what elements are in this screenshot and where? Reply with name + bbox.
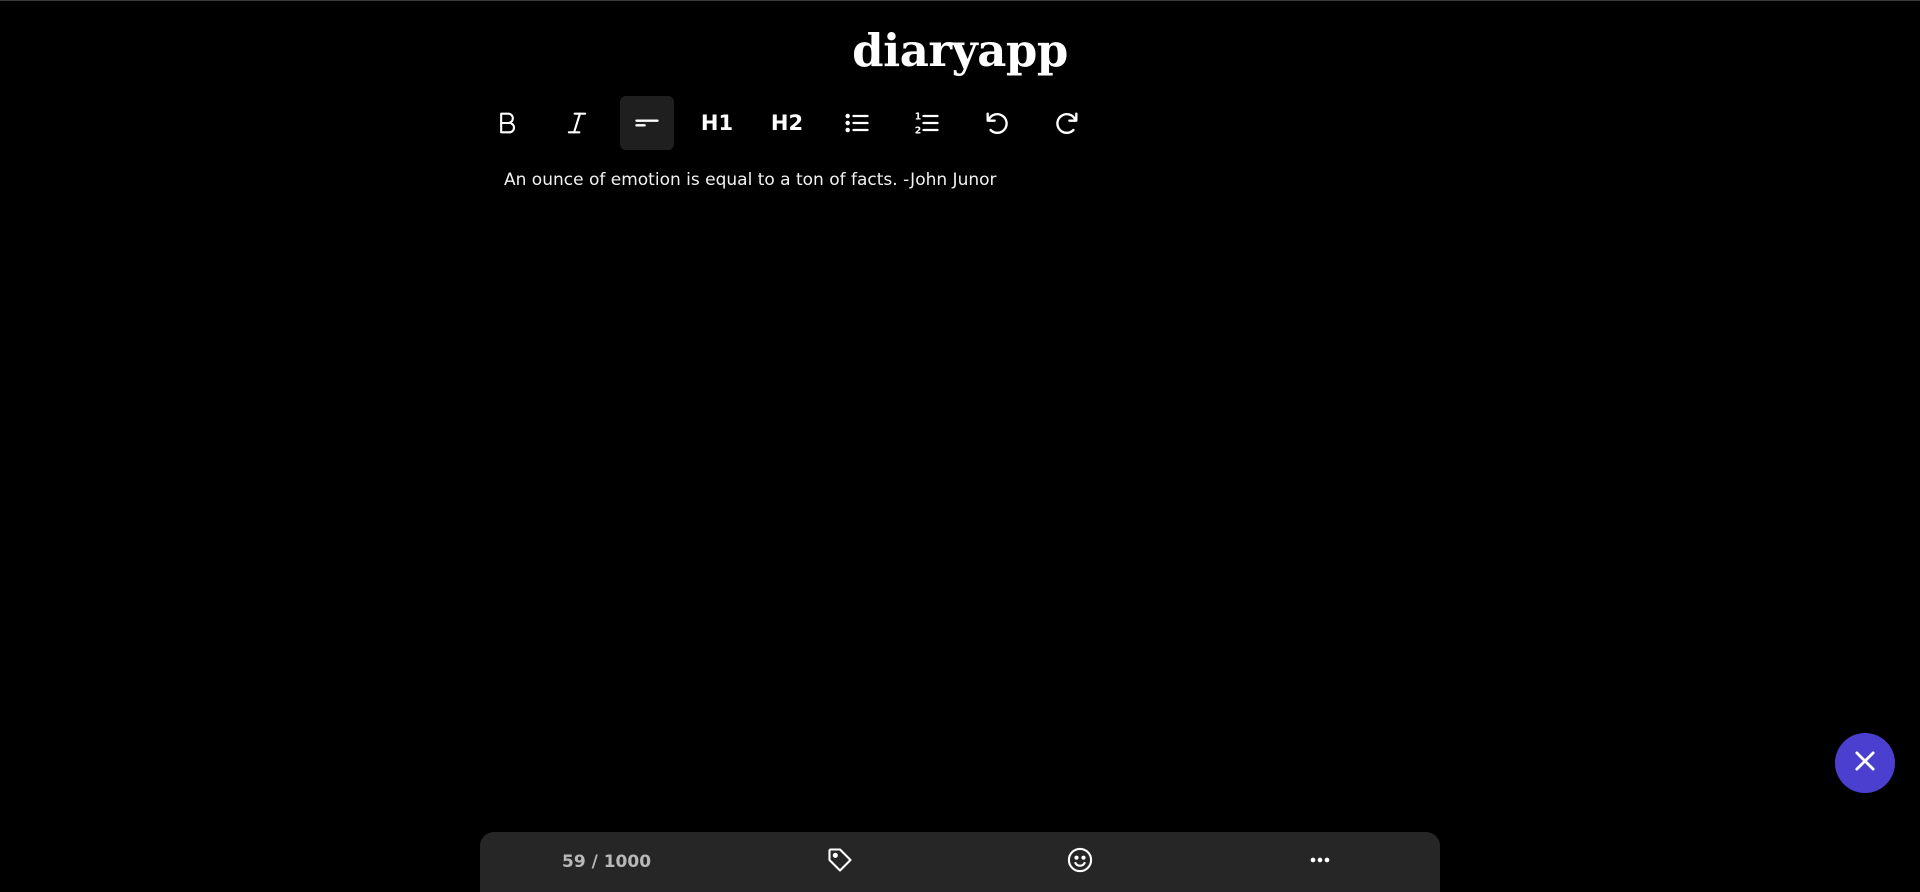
- bottom-bar: 59 / 1000: [480, 832, 1440, 892]
- paragraph-button[interactable]: [620, 96, 674, 150]
- editor-content[interactable]: An ounce of emotion is equal to a ton of…: [504, 168, 997, 192]
- bullet-list-button[interactable]: [830, 96, 884, 150]
- heading2-label: H2: [770, 111, 804, 135]
- close-button[interactable]: [1835, 733, 1895, 793]
- italic-icon: [563, 109, 591, 137]
- tag-button[interactable]: [824, 846, 856, 878]
- bold-button[interactable]: [480, 96, 534, 150]
- svg-text:2: 2: [915, 126, 922, 137]
- svg-text:1: 1: [915, 112, 922, 123]
- emoji-button[interactable]: [1064, 846, 1096, 878]
- more-button[interactable]: [1304, 846, 1336, 878]
- italic-button[interactable]: [550, 96, 604, 150]
- paragraph-icon: [633, 109, 661, 137]
- numbered-list-button[interactable]: 1 2: [900, 96, 954, 150]
- undo-icon: [983, 109, 1011, 137]
- close-icon: [1851, 747, 1879, 780]
- more-icon: [1306, 846, 1334, 879]
- heading1-label: H1: [700, 111, 734, 135]
- redo-button[interactable]: [1040, 96, 1094, 150]
- character-counter: 59 / 1000: [562, 852, 652, 872]
- numbered-list-icon: 1 2: [913, 109, 941, 137]
- tag-icon: [826, 846, 854, 879]
- undo-button[interactable]: [970, 96, 1024, 150]
- emoji-icon: [1066, 846, 1094, 879]
- bullet-list-icon: [843, 109, 871, 137]
- bold-icon: [493, 109, 521, 137]
- redo-icon: [1053, 109, 1081, 137]
- heading2-button[interactable]: H2: [760, 96, 814, 150]
- app-title: diaryapp: [852, 24, 1068, 77]
- window-top-border: [0, 0, 1920, 1]
- format-toolbar: H1 H2 1 2: [480, 96, 1110, 150]
- heading1-button[interactable]: H1: [690, 96, 744, 150]
